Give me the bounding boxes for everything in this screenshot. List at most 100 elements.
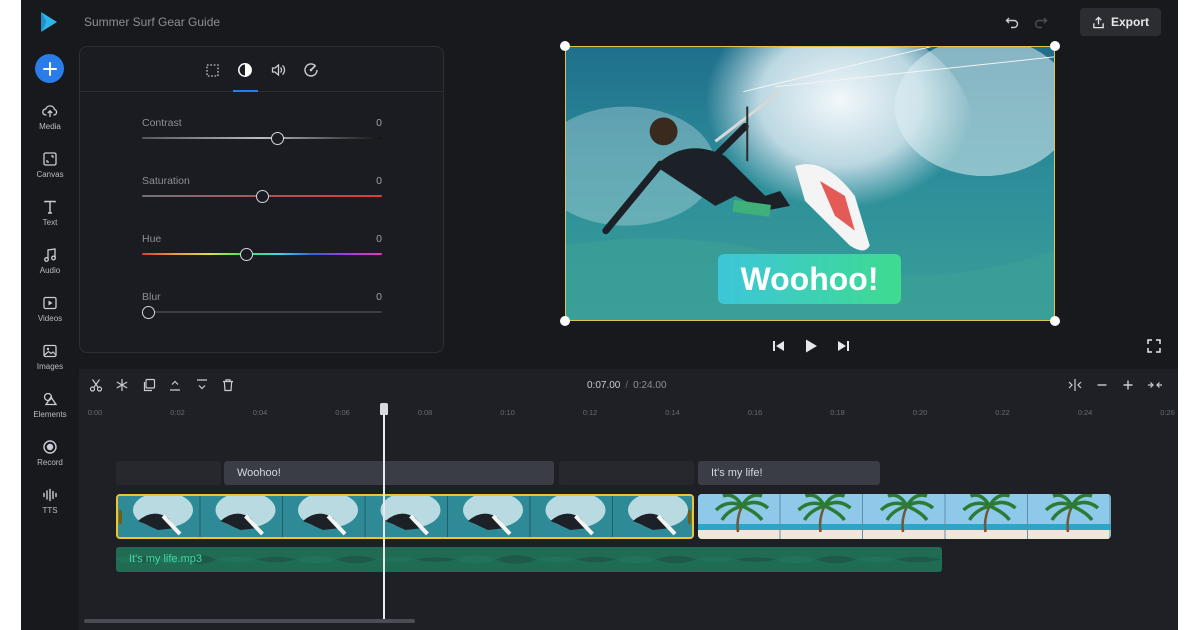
resize-handle-top-right[interactable]	[1050, 41, 1060, 51]
saturation-value: 0	[376, 175, 382, 187]
canvas-icon	[43, 152, 57, 166]
clip-trim-handle-left[interactable]	[119, 510, 122, 524]
time-ruler[interactable]: 0:00 0:02 0:04 0:06 0:08 0:10 0:12 0:14 0:16 0:18…	[79, 403, 1178, 421]
play-icon	[806, 339, 817, 353]
plus-icon	[1123, 380, 1133, 390]
project-title[interactable]: Summer Surf Gear Guide	[84, 15, 220, 29]
text-track-gap	[559, 461, 694, 485]
zoom-out-button[interactable]	[1094, 377, 1110, 393]
contrast-value: 0	[376, 117, 382, 129]
record-icon	[43, 440, 57, 454]
waveform-icon	[43, 488, 57, 502]
rail-label-videos: Videos	[37, 314, 63, 323]
zoom-in-button[interactable]	[1120, 377, 1136, 393]
panel-tabs	[80, 47, 443, 92]
contrast-slider-track[interactable]	[142, 137, 382, 139]
text-clip-its-my-life[interactable]: It's my life!	[698, 461, 880, 485]
rail-label-text: Text	[42, 218, 58, 227]
saturation-control: Saturation 0	[142, 175, 382, 215]
hue-control: Hue 0	[142, 233, 382, 273]
rail-item-text[interactable]: Text	[21, 197, 79, 237]
hue-slider-track[interactable]	[142, 253, 382, 255]
play-button[interactable]	[801, 336, 821, 356]
left-rail: Media Canvas Text Audio Videos Images El…	[21, 0, 79, 630]
contrast-slider-knob[interactable]	[271, 132, 285, 145]
timeline-scrollbar[interactable]	[84, 619, 415, 623]
ruler-tick-label: 0:06	[335, 408, 350, 417]
audio-clip[interactable]: It's my life.mp3	[116, 547, 942, 572]
rail-item-elements[interactable]: Elements	[21, 389, 79, 429]
rail-label-audio: Audio	[39, 266, 61, 275]
ruler-tick-label: 0:14	[665, 408, 680, 417]
tab-crop[interactable]	[201, 59, 223, 81]
skip-back-button[interactable]	[769, 336, 789, 356]
duplicate-icon	[143, 378, 156, 392]
time-readout: 0:07.00 / 0:24.00	[587, 380, 667, 391]
move-up-button[interactable]	[167, 377, 183, 393]
upload-icon	[1093, 15, 1104, 28]
contrast-icon	[238, 63, 252, 77]
fullscreen-icon[interactable]	[1147, 339, 1161, 353]
rail-item-record[interactable]: Record	[21, 437, 79, 477]
crop-icon	[205, 63, 219, 77]
contrast-label: Contrast	[142, 117, 182, 129]
resize-handle-bottom-right[interactable]	[1050, 316, 1060, 326]
add-button[interactable]	[35, 54, 64, 83]
resize-handle-bottom-left[interactable]	[560, 316, 570, 326]
text-track-gap	[116, 461, 221, 485]
redo-icon[interactable]	[1033, 14, 1049, 30]
fit-timeline-button[interactable]	[1067, 377, 1083, 393]
tab-volume[interactable]	[267, 59, 289, 81]
audio-waveform	[116, 547, 942, 572]
rail-item-tts[interactable]: TTS	[21, 485, 79, 525]
split-button[interactable]	[88, 377, 104, 393]
ruler-tick-label: 0:04	[252, 408, 268, 417]
duplicate-button[interactable]	[141, 377, 157, 393]
ruler-tick-label: 0:18	[830, 408, 845, 417]
ruler-tick-label: 0:10	[500, 408, 515, 417]
snowflake-icon	[116, 379, 128, 391]
skip-forward-button[interactable]	[833, 336, 853, 356]
hue-slider-knob[interactable]	[239, 248, 253, 261]
undo-icon[interactable]	[1004, 14, 1020, 30]
upload-cloud-icon	[42, 105, 58, 117]
resize-handle-top-left[interactable]	[560, 41, 570, 51]
video-clip-palms[interactable]	[698, 494, 1111, 539]
playhead-handle[interactable]	[380, 403, 388, 415]
video-clip-surf[interactable]	[116, 494, 694, 539]
move-down-button[interactable]	[194, 377, 210, 393]
blur-slider-knob[interactable]	[142, 306, 155, 319]
rail-label-record: Record	[37, 458, 63, 467]
text-overlay[interactable]: Woohoo!	[718, 254, 901, 304]
ruler-tick-label: 0:00	[87, 408, 103, 417]
tab-speed[interactable]	[300, 59, 322, 81]
ruler-tick-label: 0:22	[995, 408, 1010, 417]
text-clip-woohoo[interactable]: Woohoo!	[224, 461, 554, 485]
clip-trim-handle-right[interactable]	[688, 510, 691, 524]
rail-item-media[interactable]: Media	[21, 101, 79, 141]
trash-icon	[223, 379, 233, 392]
ruler-tick-label: 0:26	[1160, 408, 1175, 417]
delete-button[interactable]	[220, 377, 236, 393]
freeze-button[interactable]	[114, 377, 130, 393]
blur-label: Blur	[142, 291, 161, 303]
export-button[interactable]: Export	[1080, 8, 1161, 36]
ruler-tick-label: 0:20	[912, 408, 928, 417]
blur-slider-track[interactable]	[142, 311, 382, 313]
saturation-slider-knob[interactable]	[255, 190, 269, 203]
ruler-tick-label: 0:08	[417, 408, 433, 417]
plus-icon	[42, 61, 57, 76]
image-icon	[43, 344, 57, 358]
ruler-tick-label: 0:02	[170, 408, 185, 417]
rail-item-images[interactable]: Images	[21, 341, 79, 381]
rail-item-audio[interactable]: Audio	[21, 245, 79, 285]
collapse-timeline-button[interactable]	[1147, 377, 1163, 393]
tab-adjust[interactable]	[234, 59, 256, 81]
rail-item-videos[interactable]: Videos	[21, 293, 79, 333]
collapse-icon	[1148, 382, 1162, 388]
playhead[interactable]	[383, 405, 385, 619]
blur-value: 0	[376, 291, 382, 303]
skip-back-icon	[773, 341, 784, 351]
hue-label: Hue	[142, 233, 162, 245]
rail-item-canvas[interactable]: Canvas	[21, 149, 79, 189]
